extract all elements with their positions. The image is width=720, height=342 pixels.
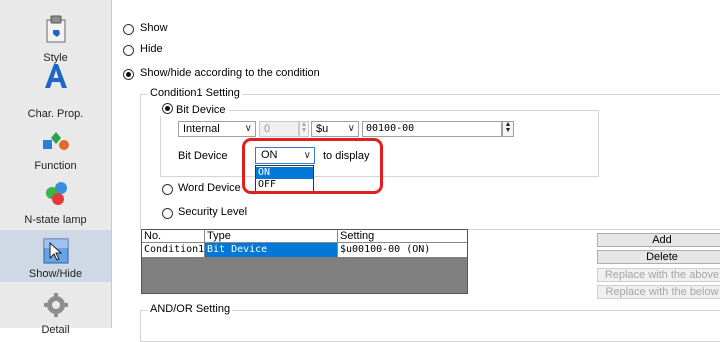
device-address-input[interactable]: 00100-00 <box>362 121 502 137</box>
condition-table: No. Type Setting Condition1 Bit Device $… <box>141 229 468 294</box>
table-cell-setting: $u00100-00 (ON) <box>338 243 467 257</box>
word-device-radio-label: Word Device <box>178 182 241 194</box>
word-device-radio[interactable] <box>162 184 173 195</box>
style-icon <box>45 15 67 46</box>
detail-icon <box>43 292 69 321</box>
security-level-radio[interactable] <box>162 208 173 219</box>
bit-device-radio-label: Bit Device <box>176 104 226 116</box>
n-state-lamp-icon <box>41 180 71 209</box>
delete-button[interactable]: Delete <box>597 250 720 264</box>
sidebar-item-n-state-lamp[interactable]: N-state lamp <box>0 180 111 232</box>
column-header-setting: Setting <box>338 230 467 243</box>
sidebar-item-show-hide[interactable]: Show/Hide <box>0 230 111 282</box>
sidebar: Style Char. Prop. Function N-state lamp … <box>0 0 112 336</box>
replace-below-button: Replace with the below <box>597 285 720 299</box>
chevron-down-icon: ∨ <box>347 123 355 134</box>
function-icon <box>42 130 70 155</box>
chevron-down-icon: ∨ <box>244 123 252 134</box>
show-radio[interactable] <box>123 24 134 35</box>
replace-above-button: Replace with the above <box>597 268 720 282</box>
column-header-no: No. <box>142 230 205 243</box>
char-prop-icon <box>43 62 69 93</box>
bit-device-row-label: Bit Device <box>178 150 228 162</box>
show-radio-label: Show <box>140 22 168 34</box>
sidebar-item-char-prop[interactable]: Char. Prop. <box>0 62 111 122</box>
sidebar-item-function[interactable]: Function <box>0 126 111 178</box>
hide-radio[interactable] <box>123 45 134 56</box>
add-button[interactable]: Add <box>597 233 720 247</box>
table-cell-type: Bit Device <box>205 243 338 257</box>
condition-group-title: Condition1 Setting <box>148 87 242 99</box>
device-prefix-select[interactable]: $u ∨ <box>311 121 359 137</box>
station-number-spinner: ▲ ▼ <box>299 121 309 137</box>
sidebar-item-style[interactable]: Style <box>0 10 111 64</box>
device-address-spinner[interactable]: ▲ ▼ <box>502 121 514 137</box>
and-or-group-title: AND/OR Setting <box>148 303 233 315</box>
security-level-radio-label: Security Level <box>178 206 248 218</box>
conditional-radio[interactable] <box>123 69 134 80</box>
device-type-select[interactable]: Internal ∨ <box>178 121 256 137</box>
station-number-input: 0 <box>259 121 299 137</box>
table-cell-no: Condition1 <box>142 243 205 257</box>
bit-device-legend: Bit Device <box>160 103 229 116</box>
hide-radio-label: Hide <box>140 43 163 55</box>
show-hide-icon <box>41 236 71 269</box>
column-header-type: Type <box>205 230 338 243</box>
conditional-radio-label: Show/hide according to the condition <box>140 67 320 79</box>
sidebar-item-detail[interactable]: Detail <box>0 286 111 336</box>
bit-device-radio[interactable] <box>162 103 173 114</box>
highlight-annotation <box>242 138 383 194</box>
